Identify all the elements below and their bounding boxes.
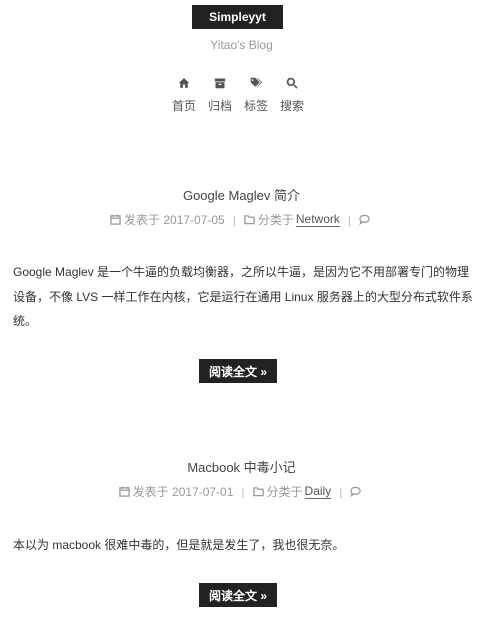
nav-label-home: 首页 bbox=[171, 99, 196, 113]
calendar-icon bbox=[118, 485, 133, 499]
post-excerpt: Google Maglev 是一个牛逼的负载均衡器，之所以牛逼，是因为它不用部署… bbox=[13, 265, 473, 328]
folder-icon bbox=[252, 485, 267, 499]
meta-divider: | bbox=[232, 212, 236, 227]
nav-item-tags[interactable]: 标签 bbox=[238, 74, 274, 114]
category-link[interactable]: Network bbox=[295, 212, 340, 227]
post-date: 2017-07-05 bbox=[163, 212, 225, 227]
nav-item-search[interactable]: 搜索 bbox=[274, 74, 310, 114]
search-icon bbox=[274, 74, 310, 90]
nav-label-tags: 标签 bbox=[243, 99, 268, 113]
calendar-icon bbox=[110, 213, 124, 227]
site-brand[interactable]: Simpleyyt bbox=[192, 5, 283, 29]
post-title[interactable]: Macbook 中毒小记 bbox=[0, 457, 483, 476]
post-title[interactable]: Google Maglev 简介 bbox=[0, 185, 483, 204]
post-meta: 发表于 2017-07-05 | 分类于 Network | bbox=[0, 211, 483, 228]
meta-divider: | bbox=[347, 212, 352, 227]
category-link[interactable]: Daily bbox=[304, 484, 332, 499]
posted-label: 发表于 bbox=[132, 485, 169, 499]
nav-label-archive: 归档 bbox=[207, 99, 232, 113]
home-icon bbox=[166, 74, 202, 90]
read-more-button[interactable]: 阅读全文 » bbox=[199, 359, 277, 383]
category-label: 分类于 bbox=[266, 485, 303, 499]
meta-divider: | bbox=[241, 484, 245, 499]
read-more-button[interactable]: 阅读全文 » bbox=[199, 583, 277, 607]
comment-icon[interactable] bbox=[350, 485, 364, 499]
nav-item-archive[interactable]: 归档 bbox=[202, 74, 238, 114]
post-meta: 发表于 2017-07-01 | 分类于 Daily | bbox=[0, 483, 483, 500]
folder-icon bbox=[244, 213, 258, 227]
posted-label: 发表于 bbox=[123, 213, 160, 227]
category-label: 分类于 bbox=[257, 213, 294, 227]
post-excerpt: 本以为 macbook 很难中毒的，但是就是发生了，我也很无奈。 bbox=[13, 538, 345, 552]
post-date: 2017-07-01 bbox=[172, 484, 234, 499]
tags-icon bbox=[238, 74, 274, 90]
meta-divider: | bbox=[339, 484, 343, 499]
comment-icon[interactable] bbox=[359, 213, 373, 227]
archive-icon bbox=[202, 74, 238, 90]
nav-label-search: 搜索 bbox=[279, 99, 304, 113]
site-subtitle: Yitao's Blog bbox=[210, 38, 273, 52]
nav-item-home[interactable]: 首页 bbox=[166, 74, 202, 114]
